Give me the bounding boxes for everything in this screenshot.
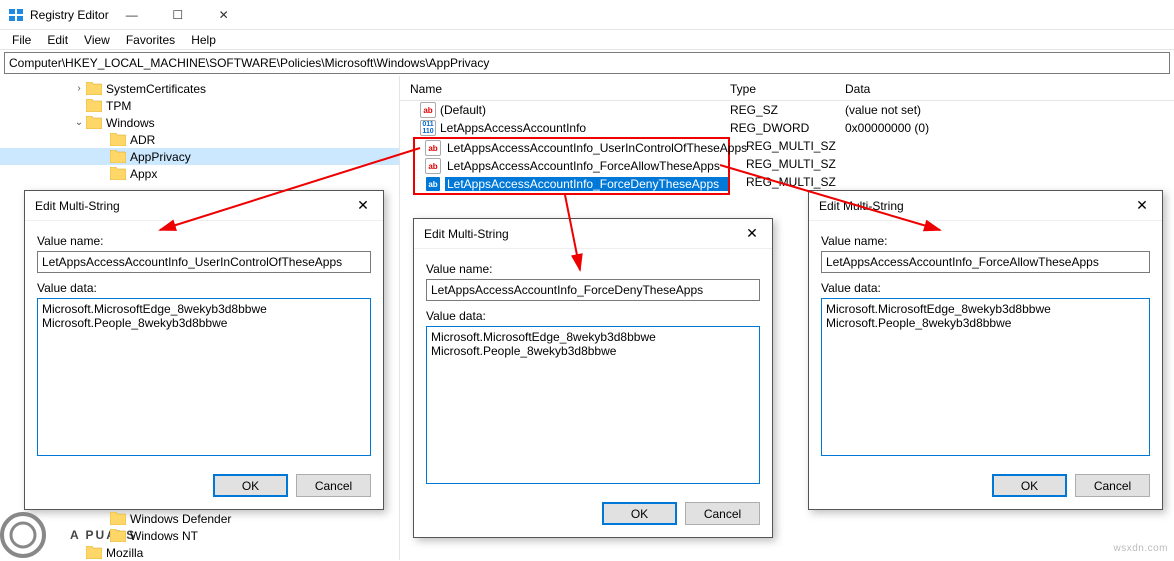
window-controls: — ☐ ✕ — [109, 0, 247, 29]
tree-label: ADR — [130, 133, 155, 147]
list-cell-type: REG_MULTI_SZ — [746, 157, 836, 175]
value-name-label: Value name: — [426, 262, 760, 276]
regedit-icon — [8, 7, 24, 23]
cancel-button[interactable]: Cancel — [685, 502, 760, 525]
value-data: 0x00000000 (0) — [845, 121, 1174, 135]
value-data-textarea[interactable] — [37, 298, 371, 456]
tree-item-appprivacy[interactable]: AppPrivacy — [0, 148, 399, 165]
address-bar[interactable]: Computer\HKEY_LOCAL_MACHINE\SOFTWARE\Pol… — [4, 52, 1170, 74]
tree-item-windows-defender[interactable]: Windows Defender — [0, 510, 400, 527]
close-icon[interactable]: ✕ — [343, 197, 383, 214]
menu-favorites[interactable]: Favorites — [118, 31, 183, 49]
tree-label: SystemCertificates — [106, 82, 206, 96]
list-row[interactable]: ab LetAppsAccessAccountInfo_ForceAllowThe… — [415, 157, 728, 175]
value-name: LetAppsAccessAccountInfo_UserInControlOf… — [445, 141, 749, 155]
dialog-titlebar[interactable]: Edit Multi-String ✕ — [809, 191, 1162, 221]
value-data: (value not set) — [845, 103, 1174, 117]
close-icon[interactable]: ✕ — [732, 225, 772, 242]
reg-multistring-icon: ab — [425, 140, 441, 156]
list-row[interactable]: ab LetAppsAccessAccountInfo_ForceDenyThes… — [415, 175, 728, 193]
tree-item-appx[interactable]: Appx — [0, 165, 399, 182]
value-data-textarea[interactable] — [821, 298, 1150, 456]
cancel-button[interactable]: Cancel — [1075, 474, 1150, 497]
close-icon[interactable]: ✕ — [1122, 197, 1162, 214]
maximize-button[interactable]: ☐ — [155, 0, 201, 29]
close-button[interactable]: ✕ — [201, 0, 247, 29]
tree-item-tpm[interactable]: TPM — [0, 97, 399, 114]
tree-item-adr[interactable]: ADR — [0, 131, 399, 148]
col-header-name[interactable]: Name — [400, 82, 730, 96]
value-name: LetAppsAccessAccountInfo_ForceAllowThese… — [445, 159, 728, 173]
dialog-edit-multistring-c: Edit Multi-String ✕ Value name: Value da… — [808, 190, 1163, 510]
dialog-title: Edit Multi-String — [819, 199, 1122, 213]
tree-label: AppPrivacy — [130, 150, 191, 164]
highlighted-values-box: abLetAppsAccessAccountInfo_UserInControl… — [413, 137, 730, 195]
tree-label: Windows — [106, 116, 155, 130]
dialog-title: Edit Multi-String — [35, 199, 343, 213]
value-data-label: Value data: — [821, 281, 1150, 295]
window-title: Registry Editor — [30, 8, 109, 22]
tree-label: TPM — [106, 99, 131, 113]
ok-button[interactable]: OK — [213, 474, 288, 497]
menu-help[interactable]: Help — [183, 31, 224, 49]
value-data-textarea[interactable] — [426, 326, 760, 484]
reg-multistring-icon: ab — [425, 158, 441, 174]
tree-label: Appx — [130, 167, 157, 181]
reg-dword-icon: 011110 — [420, 120, 436, 136]
tree-item-windows[interactable]: ⌄ Windows — [0, 114, 399, 131]
col-header-data[interactable]: Data — [845, 82, 1174, 96]
titlebar: Registry Editor — ☐ ✕ — [0, 0, 1174, 30]
menubar: File Edit View Favorites Help — [0, 30, 1174, 50]
value-name: LetAppsAccessAccountInfo_ForceDenyTheseA… — [445, 177, 728, 191]
reg-multistring-icon: ab — [425, 176, 441, 192]
expand-icon[interactable]: ⌄ — [72, 117, 86, 128]
value-name-label: Value name: — [37, 234, 371, 248]
tree-item-windows-nt[interactable]: Windows NT — [0, 527, 400, 544]
minimize-button[interactable]: — — [109, 0, 155, 29]
value-name-label: Value name: — [821, 234, 1150, 248]
value-name: (Default) — [440, 103, 730, 117]
ok-button[interactable]: OK — [992, 474, 1067, 497]
highlight-types: REG_MULTI_SZ REG_MULTI_SZ REG_MULTI_SZ — [746, 139, 836, 193]
dialog-edit-multistring-a: Edit Multi-String ✕ Value name: Value da… — [24, 190, 384, 510]
watermark: wsxdn.com — [1113, 543, 1168, 554]
col-header-type[interactable]: Type — [730, 82, 845, 96]
value-data-label: Value data: — [37, 281, 371, 295]
ok-button[interactable]: OK — [602, 502, 677, 525]
value-data-label: Value data: — [426, 309, 760, 323]
dialog-titlebar[interactable]: Edit Multi-String ✕ — [414, 219, 772, 249]
value-name-input[interactable] — [426, 279, 760, 301]
dialog-titlebar[interactable]: Edit Multi-String ✕ — [25, 191, 383, 221]
expand-icon[interactable]: › — [72, 83, 86, 94]
list-cell-type: REG_MULTI_SZ — [746, 139, 836, 157]
menu-view[interactable]: View — [76, 31, 118, 49]
dialog-edit-multistring-b: Edit Multi-String ✕ Value name: Value da… — [413, 218, 773, 538]
tree-item-mozilla[interactable]: Mozilla — [0, 544, 400, 561]
menu-edit[interactable]: Edit — [39, 31, 76, 49]
list-row[interactable]: abLetAppsAccessAccountInfo_UserInControl… — [415, 139, 728, 157]
dialog-title: Edit Multi-String — [424, 227, 732, 241]
value-name-input[interactable] — [821, 251, 1150, 273]
value-name: LetAppsAccessAccountInfo — [440, 121, 730, 135]
value-type: REG_SZ — [730, 103, 845, 117]
value-name-input[interactable] — [37, 251, 371, 273]
list-header: Name Type Data — [400, 80, 1174, 101]
tree-item-systemcertificates[interactable]: › SystemCertificates — [0, 80, 399, 97]
cancel-button[interactable]: Cancel — [296, 474, 371, 497]
list-row[interactable]: 011110 LetAppsAccessAccountInfoREG_DWORD0… — [400, 119, 1174, 137]
reg-string-icon: ab — [420, 102, 436, 118]
value-type: REG_DWORD — [730, 121, 845, 135]
address-text: Computer\HKEY_LOCAL_MACHINE\SOFTWARE\Pol… — [9, 56, 489, 70]
list-row[interactable]: ab (Default)REG_SZ(value not set) — [400, 101, 1174, 119]
menu-file[interactable]: File — [4, 31, 39, 49]
